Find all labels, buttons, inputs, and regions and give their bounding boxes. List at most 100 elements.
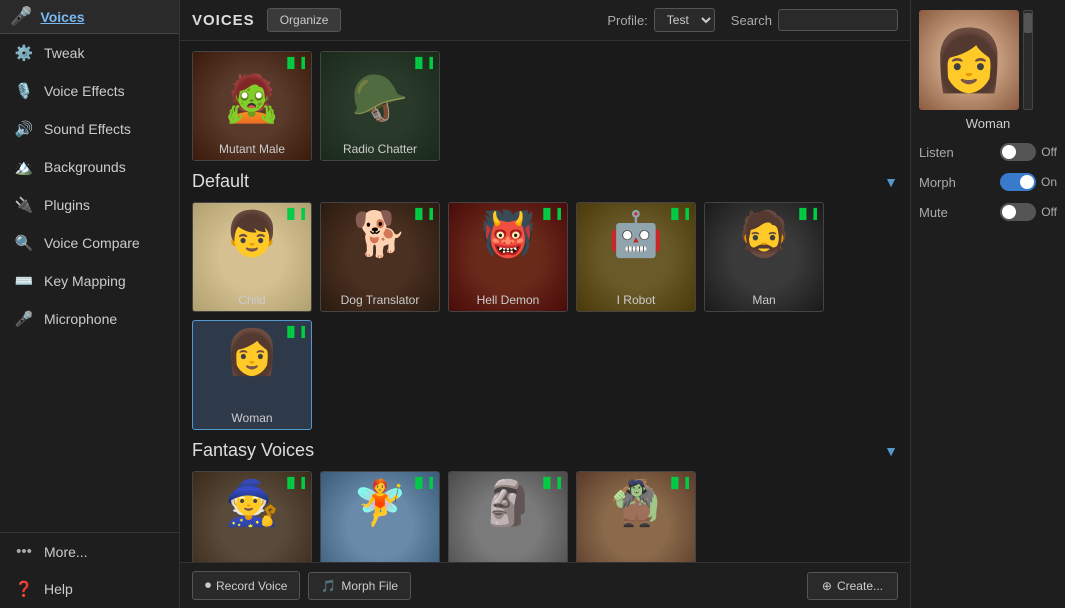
sidebar-item-voice-compare[interactable]: 🔍 Voice Compare (0, 224, 179, 262)
section-header-default: Default ▼ (192, 171, 898, 192)
backgrounds-icon: 🏔️ (14, 158, 34, 176)
key-mapping-icon: ⌨️ (14, 272, 34, 290)
voice-card-label: Child (193, 293, 311, 307)
morph-toggle[interactable] (1000, 173, 1036, 191)
listen-toggle[interactable] (1000, 143, 1036, 161)
voice-card-hell-demon[interactable]: ▐▌▐ 👹 Hell Demon (448, 202, 568, 312)
morph-icon: 🎵 (321, 579, 336, 593)
plugins-icon: 🔌 (14, 196, 34, 214)
voice-avatar-radio-chatter: 🪖 (321, 57, 439, 140)
page-title: VOICES (192, 12, 255, 29)
voice-avatar-pixie: 🧚 (321, 477, 439, 529)
voice-card-label: Man (705, 293, 823, 307)
sidebar-item-backgrounds[interactable]: 🏔️ Backgrounds (0, 148, 179, 186)
sidebar-item-microphone[interactable]: 🎤 Microphone (0, 300, 179, 338)
voice-card-giant[interactable]: ▐▌▐ 🗿 Giant (448, 471, 568, 562)
voice-card-radio-chatter[interactable]: ▐▌▐ 🪖 Radio Chatter (320, 51, 440, 161)
record-icon: ⏺ (205, 578, 211, 593)
organize-button[interactable]: Organize (267, 8, 342, 32)
microphone-icon: 🎤 (14, 310, 34, 328)
sidebar: 🎤 Voices ⚙️ Tweak 🎙️ Voice Effects 🔊 Sou… (0, 0, 180, 608)
morph-file-label: Morph File (341, 579, 398, 593)
voice-card-man[interactable]: ▐▌▐ 🧔 Man (704, 202, 824, 312)
sidebar-item-label: Microphone (44, 311, 117, 327)
avatar-scrollbar[interactable] (1023, 10, 1033, 110)
voice-avatar-woman: 👩 (193, 326, 311, 378)
help-icon: ❓ (14, 580, 34, 598)
sidebar-bottom: ••• More... ❓ Help (0, 532, 179, 608)
profile-select[interactable]: Test (654, 8, 715, 32)
sound-effects-icon: 🔊 (14, 120, 34, 138)
main-content: VOICES Organize Profile: Test Search ▐▌▐… (180, 0, 910, 608)
sidebar-item-more[interactable]: ••• More... (0, 533, 179, 570)
voice-card-dwarf[interactable]: ▐▌▐ 🧙 Dwarf (192, 471, 312, 562)
search-input[interactable] (778, 9, 898, 31)
sidebar-item-label: Sound Effects (44, 121, 131, 137)
voice-card-label: Hell Demon (449, 293, 567, 307)
record-voice-button[interactable]: ⏺ Record Voice (192, 571, 300, 600)
sidebar-item-label: Plugins (44, 197, 90, 213)
voice-avatar-man: 🧔 (705, 208, 823, 260)
default-grid: ▐▌▐ 👦 Child ▐▌▐ 🐕 Dog Translator ▐▌▐ 👹 H… (192, 202, 898, 430)
morph-control: Morph On (919, 173, 1057, 191)
voice-card-label: Woman (193, 411, 311, 425)
sidebar-item-label: Backgrounds (44, 159, 126, 175)
voice-card-i-robot[interactable]: ▐▌▐ 🤖 I Robot (576, 202, 696, 312)
voice-card-child[interactable]: ▐▌▐ 👦 Child (192, 202, 312, 312)
voice-card-nasty-gnome[interactable]: ▐▌▐ 🧌 Nasty Gnome (576, 471, 696, 562)
section-collapse-default[interactable]: ▼ (884, 174, 898, 190)
listen-toggle-container: Off (1000, 143, 1057, 161)
sidebar-item-label: Tweak (44, 45, 84, 61)
voice-card-dog-translator[interactable]: ▐▌▐ 🐕 Dog Translator (320, 202, 440, 312)
sidebar-item-voice-effects[interactable]: 🎙️ Voice Effects (0, 72, 179, 110)
voice-avatar-gnome: 🧌 (577, 477, 695, 529)
voice-card-mutant-male[interactable]: ▐▌▐ 🧟 Mutant Male (192, 51, 312, 161)
voice-card-woman[interactable]: ▐▌▐ 👩 Woman (192, 320, 312, 430)
mute-state: Off (1041, 205, 1057, 219)
mute-toggle[interactable] (1000, 203, 1036, 221)
tweak-icon: ⚙️ (14, 44, 34, 62)
sidebar-header-label[interactable]: Voices (40, 9, 84, 25)
sidebar-item-help[interactable]: ❓ Help (0, 570, 179, 608)
morph-file-button[interactable]: 🎵 Morph File (308, 572, 411, 600)
voice-compare-icon: 🔍 (14, 234, 34, 252)
sidebar-item-label: Help (44, 581, 73, 597)
listen-state: Off (1041, 145, 1057, 159)
featured-grid: ▐▌▐ 🧟 Mutant Male ▐▌▐ 🪖 Radio Chatter (192, 51, 898, 161)
sidebar-item-key-mapping[interactable]: ⌨️ Key Mapping (0, 262, 179, 300)
create-label: Create... (837, 579, 883, 593)
profile-section: Profile: Test Search (607, 8, 898, 32)
selected-voice-name: Woman (966, 116, 1011, 131)
right-panel: 👩 Woman Listen Off Morph On Mute Off (910, 0, 1065, 608)
section-header-fantasy: Fantasy Voices ▼ (192, 440, 898, 461)
section-title-default: Default (192, 171, 249, 192)
right-panel-avatar-wrap: 👩 (919, 10, 1057, 110)
section-collapse-fantasy[interactable]: ▼ (884, 443, 898, 459)
voice-avatar-dog: 🐕 (321, 208, 439, 260)
sidebar-item-label: Voice Compare (44, 235, 140, 251)
sidebar-item-tweak[interactable]: ⚙️ Tweak (0, 34, 179, 72)
voice-card-label: Mutant Male (193, 142, 311, 156)
voice-effects-icon: 🎙️ (14, 82, 34, 100)
voice-avatar-mutant-male: 🧟 (193, 57, 311, 140)
profile-label: Profile: (607, 13, 647, 28)
voice-area[interactable]: ▐▌▐ 🧟 Mutant Male ▐▌▐ 🪖 Radio Chatter De… (180, 41, 910, 562)
sidebar-item-label: Key Mapping (44, 273, 126, 289)
record-voice-label: Record Voice (216, 579, 287, 593)
sidebar-header[interactable]: 🎤 Voices (0, 0, 179, 34)
listen-control: Listen Off (919, 143, 1057, 161)
morph-toggle-container: On (1000, 173, 1057, 191)
fantasy-grid: ▐▌▐ 🧙 Dwarf ▐▌▐ 🧚 Female Pixie ▐▌▐ 🗿 Gia… (192, 471, 898, 562)
voice-card-label: Dog Translator (321, 293, 439, 307)
sidebar-item-plugins[interactable]: 🔌 Plugins (0, 186, 179, 224)
search-label: Search (731, 13, 772, 28)
sidebar-item-label: More... (44, 544, 88, 560)
mute-label: Mute (919, 205, 948, 220)
sidebar-item-sound-effects[interactable]: 🔊 Sound Effects (0, 110, 179, 148)
selected-voice-emoji: 👩 (932, 25, 1007, 96)
create-button[interactable]: ⊕ Create... (807, 572, 898, 600)
voice-avatar-dwarf: 🧙 (193, 477, 311, 529)
morph-state: On (1041, 175, 1057, 189)
create-icon: ⊕ (822, 579, 832, 593)
voice-card-female-pixie[interactable]: ▐▌▐ 🧚 Female Pixie (320, 471, 440, 562)
